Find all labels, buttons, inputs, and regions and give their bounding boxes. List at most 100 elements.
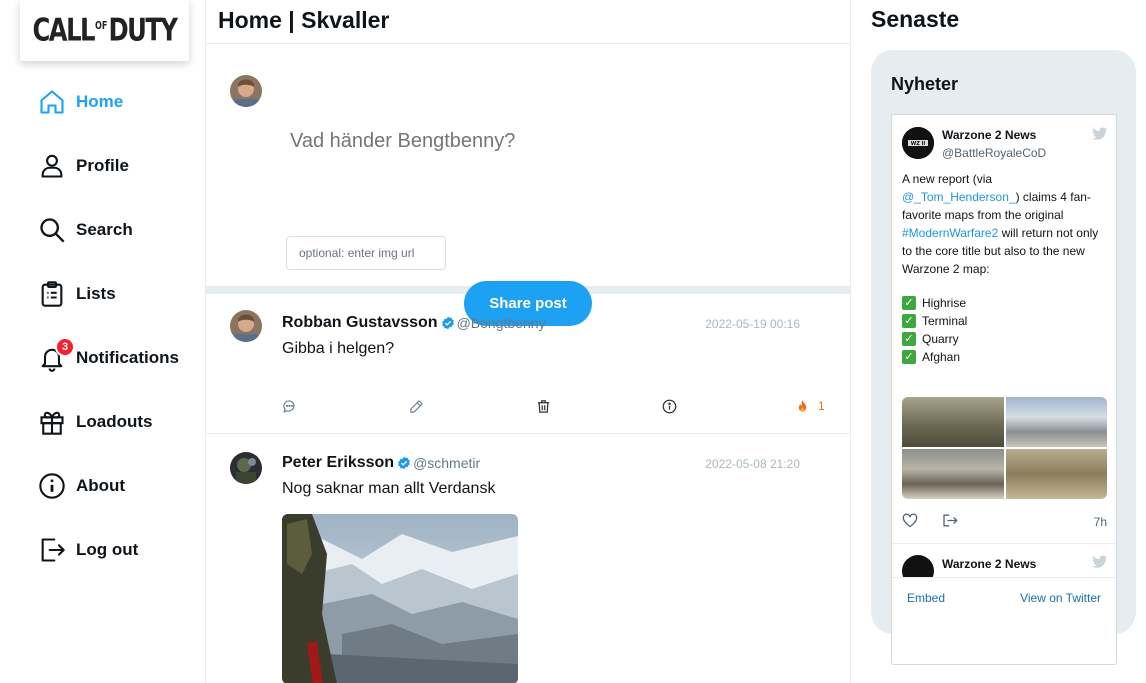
sidebar-item-label: About	[76, 476, 126, 495]
post-header: Robban Gustavsson @Bengtbenny	[282, 314, 546, 332]
info-icon	[37, 471, 67, 501]
map-name: Terminal	[922, 314, 968, 328]
page-title: Home | Skvaller	[206, 0, 850, 44]
list-item: ✓ Highrise	[902, 294, 967, 312]
tweet-text: A new report (via @_Tom_Henderson_) clai…	[902, 170, 1107, 278]
logout-icon	[37, 535, 67, 565]
sidebar-item-logout[interactable]: Log out	[37, 533, 138, 567]
tweet-actions: 7h	[902, 511, 1107, 531]
verified-icon	[398, 456, 410, 470]
post-author-handle[interactable]: @Bengtbenny	[457, 315, 546, 331]
divider	[892, 543, 1116, 544]
verified-icon	[441, 316, 454, 330]
twitter-bird-icon[interactable]	[1092, 555, 1108, 569]
post: Robban Gustavsson @Bengtbenny 2022-05-19…	[206, 294, 850, 434]
sidebar-item-label: Notifications	[76, 348, 179, 367]
sidebar-item-home[interactable]: Home	[37, 85, 123, 119]
post: Peter Eriksson @schmetir 2022-05-08 21:2…	[206, 434, 850, 683]
info-icon[interactable]	[662, 398, 677, 414]
tweet-hashtag-link[interactable]: #ModernWarfare2	[902, 226, 998, 240]
tweet-author-handle[interactable]: @BattleRoyaleCoD	[942, 146, 1046, 160]
sidebar-item-label: Search	[76, 220, 133, 239]
map-image[interactable]	[1005, 449, 1107, 499]
tweet-image-grid[interactable]	[902, 397, 1107, 499]
img-url-input[interactable]: optional: enter img url	[286, 236, 446, 270]
post-author-handle[interactable]: @schmetir	[413, 455, 480, 471]
post-text: Gibba i helgen?	[282, 340, 395, 357]
sidebar-item-label: Profile	[76, 156, 129, 175]
avatar[interactable]	[230, 310, 262, 342]
view-on-twitter-link[interactable]: View on Twitter	[1020, 591, 1101, 605]
sidebar: CALLOFDUTY Home Profile Search Lists 3 N…	[0, 0, 206, 683]
sidebar-item-profile[interactable]: Profile	[37, 149, 129, 183]
embed-link[interactable]: Embed	[907, 591, 945, 605]
post-composer: optional: enter img url Share post	[206, 44, 850, 326]
fire-count: 1	[818, 399, 825, 413]
gift-icon	[37, 407, 67, 437]
tweet-map-list: ✓ Highrise ✓ Terminal ✓ Quarry ✓ Afghan	[902, 294, 967, 366]
heart-icon[interactable]	[902, 513, 918, 528]
check-icon: ✓	[902, 314, 916, 328]
map-name: Highrise	[922, 296, 967, 310]
post-image[interactable]	[282, 514, 518, 683]
user-icon	[37, 151, 67, 181]
notification-badge: 3	[55, 337, 75, 357]
clipboard-icon	[37, 279, 67, 309]
tweet-text-part: A new report (via	[902, 172, 993, 186]
news-card: Nyheter WZ II Warzone 2 News @BattleRoya…	[871, 50, 1136, 665]
search-icon	[37, 215, 67, 245]
timeline-footer: Embed View on Twitter	[892, 577, 1116, 617]
post-author-name[interactable]: Robban Gustavsson	[282, 314, 438, 332]
comment-icon[interactable]	[282, 398, 297, 414]
sidebar-item-search[interactable]: Search	[37, 213, 133, 247]
map-name: Afghan	[922, 350, 961, 364]
twitter-bird-icon[interactable]	[1092, 127, 1108, 141]
home-icon	[37, 87, 67, 117]
map-image[interactable]	[902, 449, 1004, 499]
list-item: ✓ Terminal	[902, 312, 967, 330]
right-title: Senaste	[871, 6, 960, 32]
post-header: Peter Eriksson @schmetir	[282, 454, 480, 472]
post-text-input[interactable]	[290, 130, 690, 153]
sidebar-item-about[interactable]: About	[37, 469, 125, 503]
sidebar-item-lists[interactable]: Lists	[37, 277, 116, 311]
post-actions: 1	[282, 398, 832, 414]
map-image[interactable]	[902, 397, 1004, 447]
post-date: 2022-05-19 00:16	[705, 317, 800, 331]
logo[interactable]: CALLOFDUTY	[20, 0, 189, 61]
tweet-author-name[interactable]: Warzone 2 News	[942, 557, 1036, 571]
tweet-time[interactable]: 7h	[1094, 515, 1107, 529]
post-text: Nog saknar man allt Verdansk	[282, 480, 496, 497]
sidebar-item-label: Loadouts	[76, 412, 153, 431]
sidebar-item-notifications[interactable]: 3 Notifications	[37, 337, 179, 375]
news-title: Nyheter	[891, 74, 959, 94]
tweet-mention-link[interactable]: @_Tom_Henderson_	[902, 190, 1016, 204]
check-icon: ✓	[902, 350, 916, 364]
map-image[interactable]	[1005, 397, 1107, 447]
bell-icon: 3	[37, 337, 75, 373]
list-item: ✓ Afghan	[902, 348, 967, 366]
check-icon: ✓	[902, 296, 916, 310]
right-panel: Senaste Nyheter WZ II Warzone 2 News @Ba…	[851, 0, 1146, 683]
avatar[interactable]	[230, 75, 262, 107]
edit-icon[interactable]	[409, 398, 424, 414]
sidebar-item-loadouts[interactable]: Loadouts	[37, 405, 153, 439]
tweet-avatar[interactable]: WZ II	[902, 127, 934, 159]
post-date: 2022-05-08 21:20	[705, 457, 800, 471]
list-item: ✓ Quarry	[902, 330, 967, 348]
share-icon[interactable]	[942, 513, 958, 528]
svg-text:WZ II: WZ II	[911, 141, 926, 147]
fire-icon	[798, 399, 807, 412]
twitter-timeline[interactable]: WZ II Warzone 2 News @BattleRoyaleCoD A …	[891, 114, 1117, 665]
tweet-author-name[interactable]: Warzone 2 News	[942, 128, 1036, 142]
map-name: Quarry	[922, 332, 959, 346]
fire-button[interactable]: 1	[795, 398, 825, 414]
sidebar-item-label: Log out	[76, 540, 139, 559]
avatar[interactable]	[230, 452, 262, 484]
check-icon: ✓	[902, 332, 916, 346]
sidebar-item-label: Home	[76, 92, 124, 111]
logo-text: CALLOFDUTY	[32, 12, 178, 49]
sidebar-item-label: Lists	[76, 284, 116, 303]
post-author-name[interactable]: Peter Eriksson	[282, 454, 394, 472]
trash-icon[interactable]	[536, 398, 551, 414]
